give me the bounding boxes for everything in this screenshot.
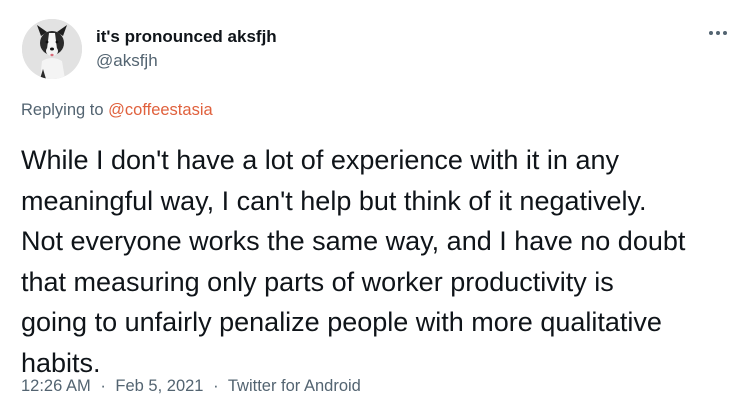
tweet-source-link[interactable]: Twitter for Android [228, 377, 361, 395]
author-handle[interactable]: @aksfjh [96, 51, 158, 71]
more-horizontal-icon [709, 31, 727, 35]
tweet-text-line: that measuring only parts of worker prod… [21, 266, 614, 297]
tweet-text-line: meaningful way, I can't help but think o… [21, 185, 647, 216]
replying-to-label: Replying to [21, 101, 104, 119]
author-avatar[interactable] [22, 19, 82, 79]
meta-separator: · [213, 377, 219, 395]
replying-to: Replying to @coffeestasia [21, 101, 213, 120]
tweet-card: it's pronounced aksfjh @aksfjh Replying … [0, 0, 748, 416]
tweet-time-link[interactable]: 12:26 AM [21, 377, 91, 395]
tweet-metadata: 12:26 AM · Feb 5, 2021 · Twitter for And… [21, 377, 361, 396]
tweet-text-line: While I don't have a lot of experience w… [21, 145, 619, 175]
meta-separator: · [100, 377, 106, 395]
tweet-text-line: going to unfairly penalize people with m… [21, 307, 662, 337]
tweet-text-line: Not everyone works the same way, and I h… [21, 226, 686, 256]
more-options-button[interactable] [704, 22, 732, 44]
author-display-name[interactable]: it's pronounced aksfjh [96, 27, 277, 47]
replying-to-mention-link[interactable]: @coffeestasia [108, 101, 213, 119]
tweet-date-link[interactable]: Feb 5, 2021 [115, 377, 203, 395]
tweet-text: While I don't have a lot of experience w… [21, 140, 736, 383]
dog-avatar-icon [22, 19, 82, 79]
